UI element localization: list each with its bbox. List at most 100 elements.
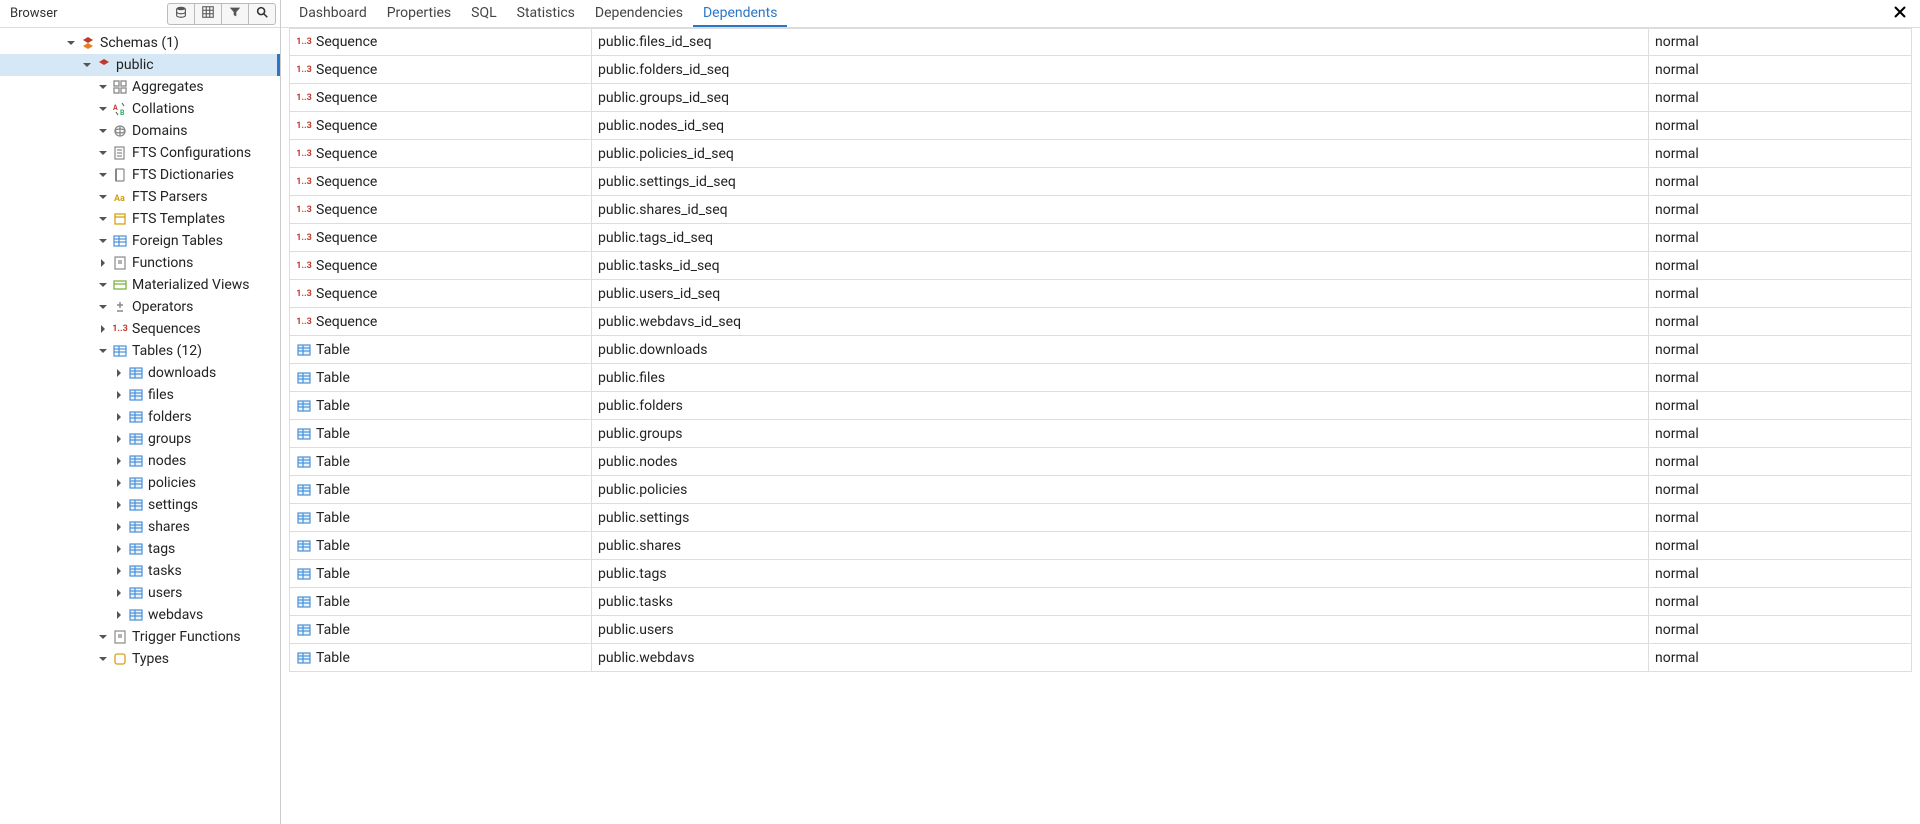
tree-item[interactable]: Operators	[0, 296, 280, 318]
chevron-right-icon[interactable]	[112, 542, 126, 556]
query-tool-button[interactable]	[167, 3, 195, 25]
tab-sql[interactable]: SQL	[461, 0, 506, 27]
tab-dashboard[interactable]: Dashboard	[289, 0, 377, 27]
chevron-right-icon[interactable]	[112, 498, 126, 512]
chevron-down-icon[interactable]	[96, 234, 110, 248]
tree-item[interactable]: Functions	[0, 252, 280, 274]
tree-item[interactable]: webdavs	[0, 604, 280, 626]
tab-dependencies[interactable]: Dependencies	[585, 0, 693, 27]
table-row[interactable]: 1..3Sequencepublic.groups_id_seqnormal	[289, 84, 1912, 112]
tree-item[interactable]: policies	[0, 472, 280, 494]
table-row[interactable]: 1..3Sequencepublic.shares_id_seqnormal	[289, 196, 1912, 224]
table-row[interactable]: Tablepublic.tasksnormal	[289, 588, 1912, 616]
table-row[interactable]: Tablepublic.tagsnormal	[289, 560, 1912, 588]
table-row[interactable]: 1..3Sequencepublic.tasks_id_seqnormal	[289, 252, 1912, 280]
table-row[interactable]: Tablepublic.downloadsnormal	[289, 336, 1912, 364]
table-row[interactable]: 1..3Sequencepublic.files_id_seqnormal	[289, 28, 1912, 56]
tree-item[interactable]: shares	[0, 516, 280, 538]
chevron-right-icon[interactable]	[112, 476, 126, 490]
cell-name: public.settings	[592, 504, 1649, 531]
table-row[interactable]: Tablepublic.groupsnormal	[289, 420, 1912, 448]
chevron-right-icon[interactable]	[112, 586, 126, 600]
filter-button[interactable]	[221, 3, 249, 25]
table-row[interactable]: Tablepublic.settingsnormal	[289, 504, 1912, 532]
chevron-right-icon[interactable]	[112, 388, 126, 402]
chevron-down-icon[interactable]	[96, 630, 110, 644]
chevron-right-icon[interactable]	[96, 322, 110, 336]
chevron-right-icon[interactable]	[112, 564, 126, 578]
chevron-right-icon[interactable]	[112, 366, 126, 380]
tab-statistics[interactable]: Statistics	[507, 0, 585, 27]
tree-item[interactable]: Schemas (1)	[0, 32, 280, 54]
table-row[interactable]: Tablepublic.usersnormal	[289, 616, 1912, 644]
table-row[interactable]: Tablepublic.filesnormal	[289, 364, 1912, 392]
tree-item[interactable]: downloads	[0, 362, 280, 384]
chevron-down-icon[interactable]	[96, 124, 110, 138]
chevron-right-icon[interactable]	[112, 608, 126, 622]
table-row[interactable]: Tablepublic.nodesnormal	[289, 448, 1912, 476]
tree-item[interactable]: Aggregates	[0, 76, 280, 98]
tree-item[interactable]: tags	[0, 538, 280, 560]
tree-item[interactable]: nodes	[0, 450, 280, 472]
tree-item[interactable]: ABCollations	[0, 98, 280, 120]
tab-dependents[interactable]: Dependents	[693, 0, 787, 27]
tree-item[interactable]: AaFTS Parsers	[0, 186, 280, 208]
search-button[interactable]	[248, 3, 276, 25]
chevron-right-icon[interactable]	[112, 520, 126, 534]
chevron-down-icon[interactable]	[96, 344, 110, 358]
chevron-right-icon[interactable]	[112, 454, 126, 468]
tree-item[interactable]: folders	[0, 406, 280, 428]
tree-item[interactable]: Domains	[0, 120, 280, 142]
table-row[interactable]: Tablepublic.sharesnormal	[289, 532, 1912, 560]
table-row[interactable]: 1..3Sequencepublic.settings_id_seqnormal	[289, 168, 1912, 196]
close-panel-button[interactable]	[1890, 4, 1910, 24]
chevron-down-icon[interactable]	[96, 212, 110, 226]
view-data-button[interactable]	[194, 3, 222, 25]
tree-item[interactable]: Trigger Functions	[0, 626, 280, 648]
restriction-label: normal	[1655, 510, 1699, 526]
tree-item[interactable]: Tables (12)	[0, 340, 280, 362]
table-row[interactable]: 1..3Sequencepublic.webdavs_id_seqnormal	[289, 308, 1912, 336]
chevron-down-icon[interactable]	[96, 300, 110, 314]
tree-item[interactable]: users	[0, 582, 280, 604]
chevron-down-icon[interactable]	[96, 146, 110, 160]
tree-item[interactable]: 1..3Sequences	[0, 318, 280, 340]
chevron-down-icon[interactable]	[96, 278, 110, 292]
chevron-right-icon[interactable]	[112, 410, 126, 424]
tree-item[interactable]: public	[0, 54, 280, 76]
table-row[interactable]: Tablepublic.foldersnormal	[289, 392, 1912, 420]
table-row[interactable]: 1..3Sequencepublic.policies_id_seqnormal	[289, 140, 1912, 168]
chevron-down-icon[interactable]	[96, 102, 110, 116]
tree-item[interactable]: files	[0, 384, 280, 406]
chevron-down-icon[interactable]	[64, 36, 78, 50]
tree-item[interactable]: Foreign Tables	[0, 230, 280, 252]
tree-item[interactable]: tasks	[0, 560, 280, 582]
fts-config-icon	[112, 145, 128, 161]
chevron-down-icon[interactable]	[96, 80, 110, 94]
tree-item[interactable]: FTS Configurations	[0, 142, 280, 164]
table-icon	[296, 650, 312, 666]
object-tree[interactable]: Schemas (1)publicAggregatesABCollationsD…	[0, 28, 280, 824]
table-row[interactable]: 1..3Sequencepublic.nodes_id_seqnormal	[289, 112, 1912, 140]
tree-item[interactable]: FTS Dictionaries	[0, 164, 280, 186]
chevron-down-icon[interactable]	[96, 168, 110, 182]
type-label: Table	[316, 342, 350, 358]
tree-item[interactable]: groups	[0, 428, 280, 450]
chevron-right-icon[interactable]	[112, 432, 126, 446]
tab-properties[interactable]: Properties	[377, 0, 461, 27]
table-row[interactable]: 1..3Sequencepublic.tags_id_seqnormal	[289, 224, 1912, 252]
chevron-down-icon[interactable]	[80, 58, 94, 72]
table-row[interactable]: Tablepublic.policiesnormal	[289, 476, 1912, 504]
chevron-down-icon[interactable]	[96, 190, 110, 204]
tree-item[interactable]: Types	[0, 648, 280, 670]
table-row[interactable]: Tablepublic.webdavsnormal	[289, 644, 1912, 672]
chevron-right-icon[interactable]	[96, 256, 110, 270]
tree-item-label: shares	[148, 519, 190, 535]
table-row[interactable]: 1..3Sequencepublic.folders_id_seqnormal	[289, 56, 1912, 84]
dependents-grid[interactable]: 1..3Sequencepublic.files_id_seqnormal1..…	[281, 28, 1920, 824]
chevron-down-icon[interactable]	[96, 652, 110, 666]
tree-item[interactable]: Materialized Views	[0, 274, 280, 296]
table-row[interactable]: 1..3Sequencepublic.users_id_seqnormal	[289, 280, 1912, 308]
tree-item[interactable]: FTS Templates	[0, 208, 280, 230]
tree-item[interactable]: settings	[0, 494, 280, 516]
